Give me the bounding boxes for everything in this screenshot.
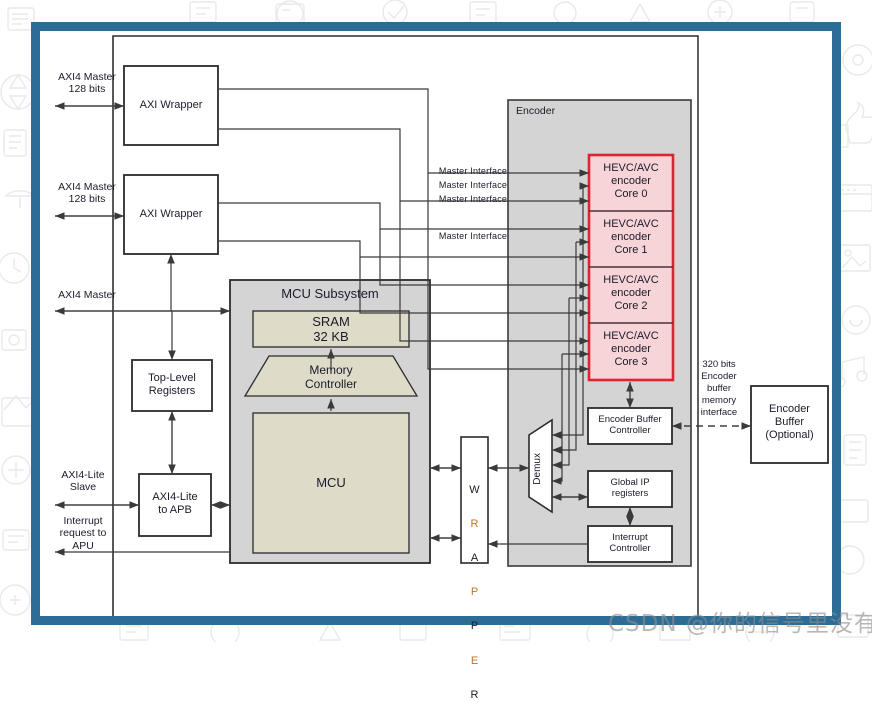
csdn-watermark: CSDN @你的信号里没有噪声 <box>608 611 872 637</box>
block-label-demux: Demux <box>532 453 543 485</box>
vcu-block-diagram: AXI4 Master 128 bits AXI4 Master 128 bit… <box>40 31 832 701</box>
wrapper-letter-r2: R <box>470 688 479 701</box>
wrapper-letter-e: E <box>470 654 479 667</box>
